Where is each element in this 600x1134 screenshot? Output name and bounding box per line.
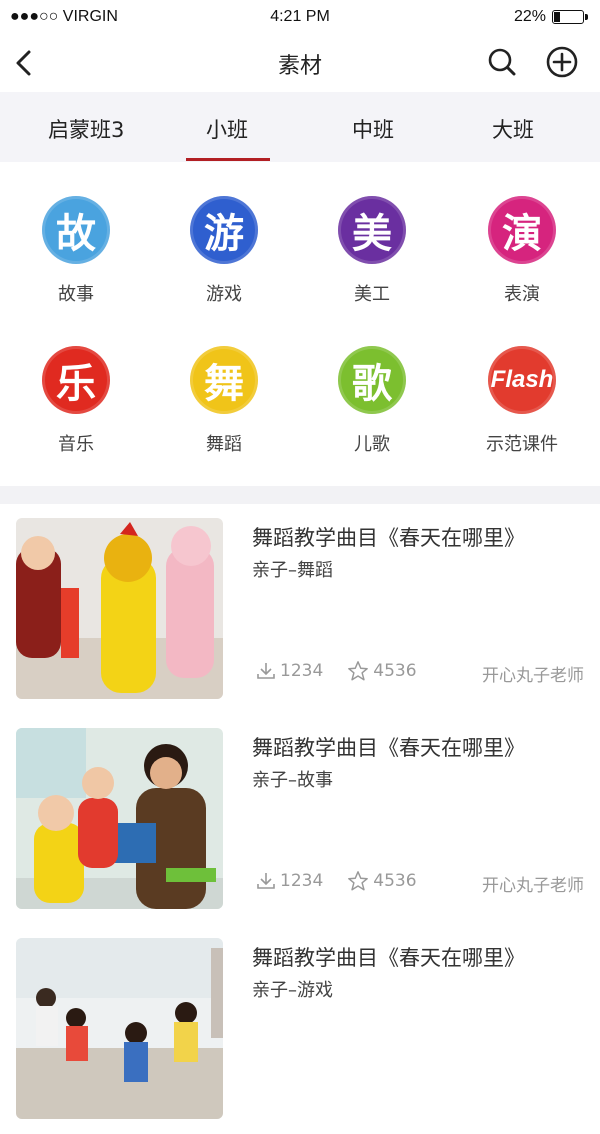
song-icon: 歌 [338,346,406,414]
music-icon: 乐 [42,346,110,414]
star-icon[interactable] [347,870,369,892]
thumbnail-image [16,728,223,909]
category-game[interactable]: 游 游戏 [164,196,284,306]
category-label: 舞蹈 [206,434,242,455]
download-icon [257,873,275,889]
download-icon [257,663,275,679]
tab-qimeng[interactable]: 启蒙班3 [48,114,124,144]
category-label: 儿歌 [354,434,390,455]
category-label: 故事 [58,284,94,305]
thumbnail-image [16,938,223,1119]
battery-percent: 22% [513,8,546,25]
material-subtitle: 亲子–故事 [252,770,333,791]
art-icon: 美 [338,196,406,264]
tab-small-class[interactable]: 小班 [206,114,248,144]
category-label: 表演 [504,284,540,305]
category-label: 美工 [354,284,390,305]
thumbnail-image [16,518,223,699]
favorite-count: 4536 [373,661,417,681]
list-item[interactable]: 舞蹈教学曲目《春天在哪里》 亲子–故事 1234 4536 开心丸子老师 [0,714,600,924]
material-title: 舞蹈教学曲目《春天在哪里》 [252,526,525,550]
category-courseware[interactable]: Flash 示范课件 [462,346,582,456]
game-icon: 游 [190,196,258,264]
material-subtitle: 亲子–舞蹈 [252,560,333,581]
add-circle-icon[interactable] [545,45,579,79]
author-name[interactable]: 开心丸子老师 [482,661,584,686]
tab-large-class[interactable]: 大班 [492,114,534,144]
tab-middle-class[interactable]: 中班 [352,114,394,144]
class-tabs: 启蒙班3 小班 中班 大班 [0,92,600,162]
category-label: 音乐 [58,434,94,455]
category-performance[interactable]: 演 表演 [462,196,582,306]
category-label: 游戏 [206,284,242,305]
category-dance[interactable]: 舞 舞蹈 [164,346,284,456]
status-bar: ●●●○○ VIRGIN 4:21 PM 22% [0,0,600,34]
favorite-count: 4536 [373,871,417,891]
search-icon[interactable] [486,46,518,78]
list-item[interactable]: 舞蹈教学曲目《春天在哪里》 亲子–舞蹈 1234 4536 开心丸子老师 [0,504,600,714]
dance-icon: 舞 [190,346,258,414]
material-subtitle: 亲子–游戏 [252,980,333,1001]
performance-icon: 演 [488,196,556,264]
active-tab-indicator [186,158,270,161]
material-title: 舞蹈教学曲目《春天在哪里》 [252,736,525,760]
category-label: 示范课件 [486,434,558,455]
category-nursery-rhyme[interactable]: 歌 儿歌 [312,346,432,456]
section-separator [0,486,600,504]
battery-icon [552,10,588,24]
flash-icon: Flash [488,346,556,414]
category-art[interactable]: 美 美工 [312,196,432,306]
star-icon[interactable] [347,660,369,682]
download-count: 1234 [280,661,324,681]
category-grid: 故 故事 游 游戏 美 美工 演 表演 乐 音乐 舞 舞蹈 歌 儿歌 Flash… [0,162,600,486]
material-title: 舞蹈教学曲目《春天在哪里》 [252,946,525,970]
nav-bar: 素材 [0,34,600,92]
author-name[interactable]: 开心丸子老师 [482,871,584,896]
list-item[interactable]: 舞蹈教学曲目《春天在哪里》 亲子–游戏 [0,924,600,1134]
clock: 4:21 PM [270,8,330,25]
story-icon: 故 [42,196,110,264]
category-story[interactable]: 故 故事 [16,196,136,306]
download-count: 1234 [280,871,324,891]
category-music[interactable]: 乐 音乐 [16,346,136,456]
